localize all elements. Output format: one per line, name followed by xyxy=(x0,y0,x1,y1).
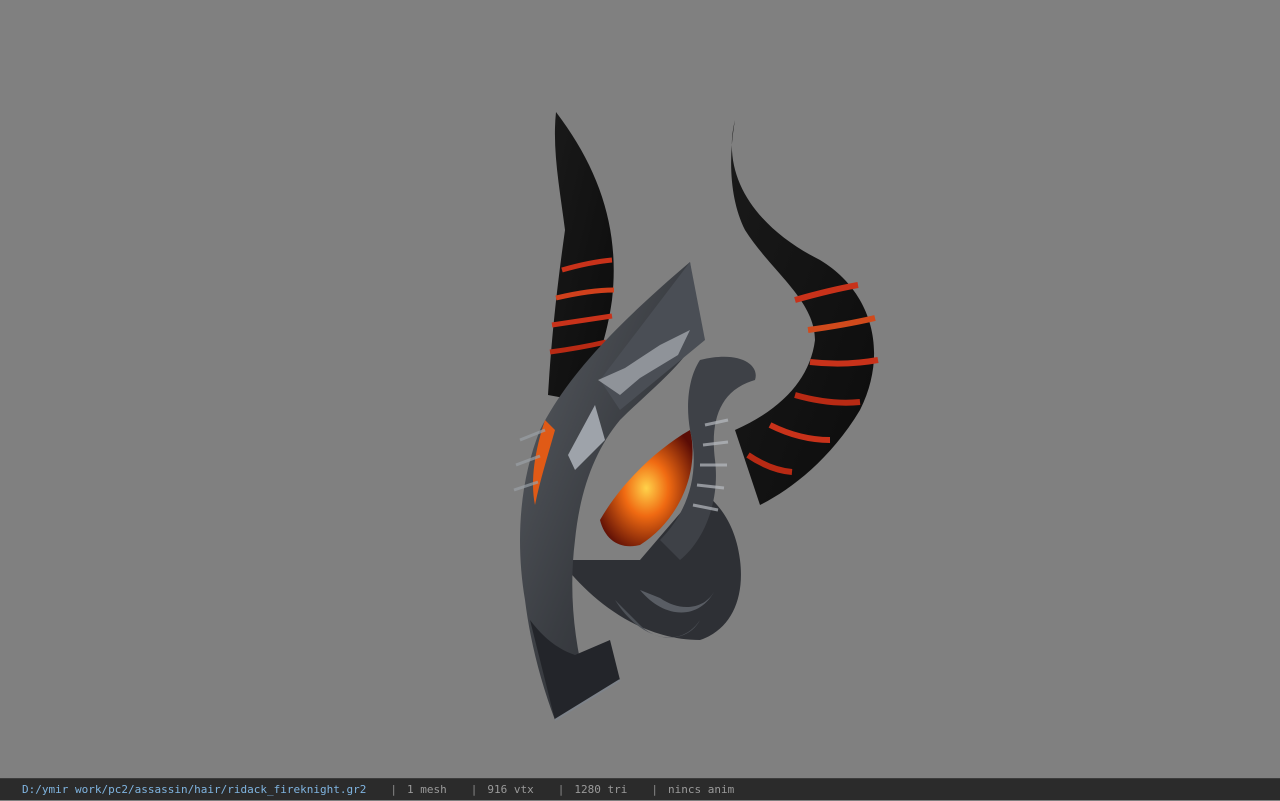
triangle-count-text: 1280 tri xyxy=(574,783,628,796)
status-bar: D:/ymir work/pc2/assassin/hair/ridack_fi… xyxy=(0,778,1280,800)
status-separator: | xyxy=(390,783,397,796)
animation-status-text: nincs anim xyxy=(667,783,735,796)
right-horn-lava-stripe xyxy=(809,357,879,367)
model-viewport[interactable] xyxy=(0,0,1280,778)
status-separator: | xyxy=(651,783,658,796)
vertex-count-text: 916 vtx xyxy=(487,783,534,796)
file-path-text: D:/ymir work/pc2/assassin/hair/ridack_fi… xyxy=(22,783,367,796)
helmet-model xyxy=(513,112,879,721)
right-horn xyxy=(731,120,875,505)
mesh-count-text: 1 mesh xyxy=(407,783,447,796)
status-separator: | xyxy=(557,783,565,796)
status-separator: | xyxy=(470,783,478,796)
